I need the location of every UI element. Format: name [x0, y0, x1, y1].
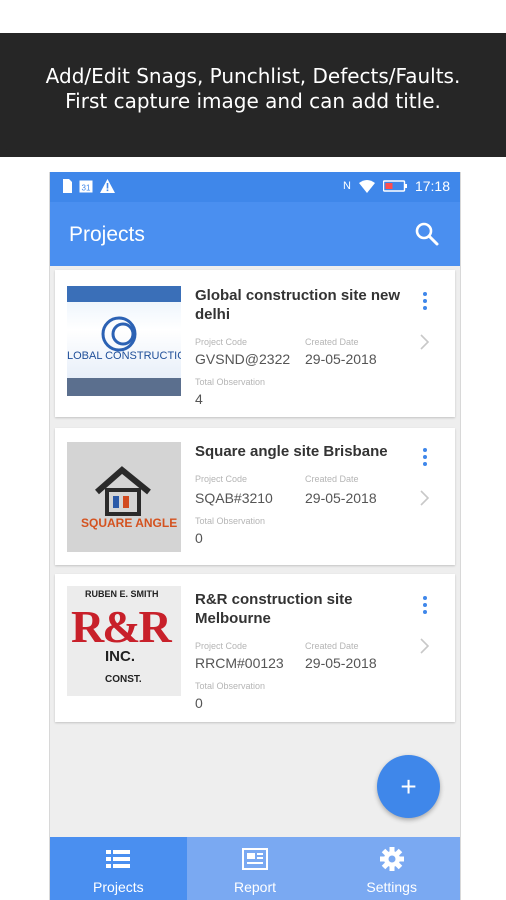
more-options-icon[interactable]: [423, 448, 429, 469]
more-options-icon[interactable]: [423, 596, 429, 617]
sim-card-icon: [63, 179, 72, 193]
total-observation-label: Total Observation: [195, 681, 266, 691]
project-card[interactable]: RUBEN E. SMITH R&R INC. CONST. R&R const…: [55, 574, 455, 722]
project-thumbnail: RUBEN E. SMITH R&R INC. CONST.: [67, 586, 181, 696]
chevron-right-icon[interactable]: [419, 334, 431, 350]
thumbnail-top-text: RUBEN E. SMITH: [85, 589, 159, 599]
project-code: GVSND@2322: [195, 351, 291, 367]
created-date-label: Created Date: [305, 337, 359, 347]
project-code-label: Project Code: [195, 474, 248, 484]
svg-text:31: 31: [82, 184, 91, 193]
gear-icon: [379, 847, 404, 871]
total-observation: 0: [195, 695, 203, 711]
project-code: SQAB#3210: [195, 490, 273, 506]
banner-line-2: First capture image and can add title.: [65, 89, 441, 113]
project-card[interactable]: LOBAL CONSTRUCTION C Global construction…: [55, 270, 455, 417]
total-observation-label: Total Observation: [195, 377, 266, 387]
created-date: 29-05-2018: [305, 655, 377, 671]
wifi-icon: [358, 179, 375, 193]
project-thumbnail: SQUARE ANGLE: [67, 442, 181, 552]
nav-label-settings: Settings: [366, 879, 417, 895]
banner-notch-right: [486, 146, 506, 157]
thumbnail-caption: R&R: [71, 601, 172, 652]
project-card[interactable]: SQUARE ANGLE Square angle site Brisbane …: [55, 428, 455, 565]
project-code: RRCM#00123: [195, 655, 284, 671]
thumbnail-mid-text: INC.: [105, 648, 135, 665]
banner-line-1: Add/Edit Snags, Punchlist, Defects/Fault…: [45, 64, 461, 88]
report-icon: [242, 848, 268, 870]
project-thumbnail: LOBAL CONSTRUCTION C: [67, 286, 181, 396]
search-icon[interactable]: [414, 221, 440, 247]
app-bar: Projects: [50, 202, 460, 266]
created-date-label: Created Date: [305, 474, 359, 484]
project-title: Square angle site Brisbane: [195, 443, 388, 460]
total-observation-label: Total Observation: [195, 516, 266, 526]
more-options-icon[interactable]: [423, 292, 429, 313]
created-date: 29-05-2018: [305, 490, 377, 506]
clock: 17:18: [414, 178, 450, 194]
chevron-right-icon[interactable]: [419, 638, 431, 654]
nav-item-report[interactable]: Report: [187, 837, 324, 900]
add-project-button[interactable]: +: [377, 755, 440, 818]
created-date-label: Created Date: [305, 641, 359, 651]
project-title: Global construction site new delhi: [195, 287, 401, 323]
bottom-nav: Projects Report Settings: [50, 837, 460, 900]
project-title: R&R construction site Melbourne: [195, 591, 353, 627]
banner-text: Add/Edit Snags, Punchlist, Defects/Fault…: [0, 64, 506, 114]
warning-icon: [100, 179, 115, 193]
banner-notch-left: [0, 146, 20, 157]
status-bar: 31 N 17:18: [50, 172, 460, 202]
nav-label-projects: Projects: [93, 879, 144, 895]
page-title: Projects: [69, 223, 145, 246]
thumbnail-bottom-text: CONST.: [105, 674, 142, 685]
chevron-right-icon[interactable]: [419, 490, 431, 506]
global-construction-logo: [67, 286, 181, 396]
square-angle-logo: [67, 442, 181, 552]
calendar-icon: 31: [79, 180, 93, 193]
nav-label-report: Report: [233, 879, 277, 895]
project-code-label: Project Code: [195, 337, 248, 347]
total-observation: 4: [195, 391, 203, 407]
phone-screen: 31 N 17:18 Projects LOBAL CONSTRUCTI Glo…: [49, 172, 461, 900]
nav-item-settings[interactable]: Settings: [323, 837, 460, 900]
thumbnail-caption: LOBAL CONSTRUCTION C: [67, 350, 181, 362]
total-observation: 0: [195, 530, 203, 546]
battery-icon: [382, 180, 407, 192]
add-icon: +: [400, 770, 417, 802]
nav-item-projects[interactable]: Projects: [50, 837, 187, 900]
thumbnail-caption: SQUARE ANGLE: [81, 516, 178, 530]
created-date: 29-05-2018: [305, 351, 377, 367]
nfc-signal-text: N: [343, 180, 351, 192]
project-code-label: Project Code: [195, 641, 248, 651]
list-icon: [106, 850, 131, 868]
